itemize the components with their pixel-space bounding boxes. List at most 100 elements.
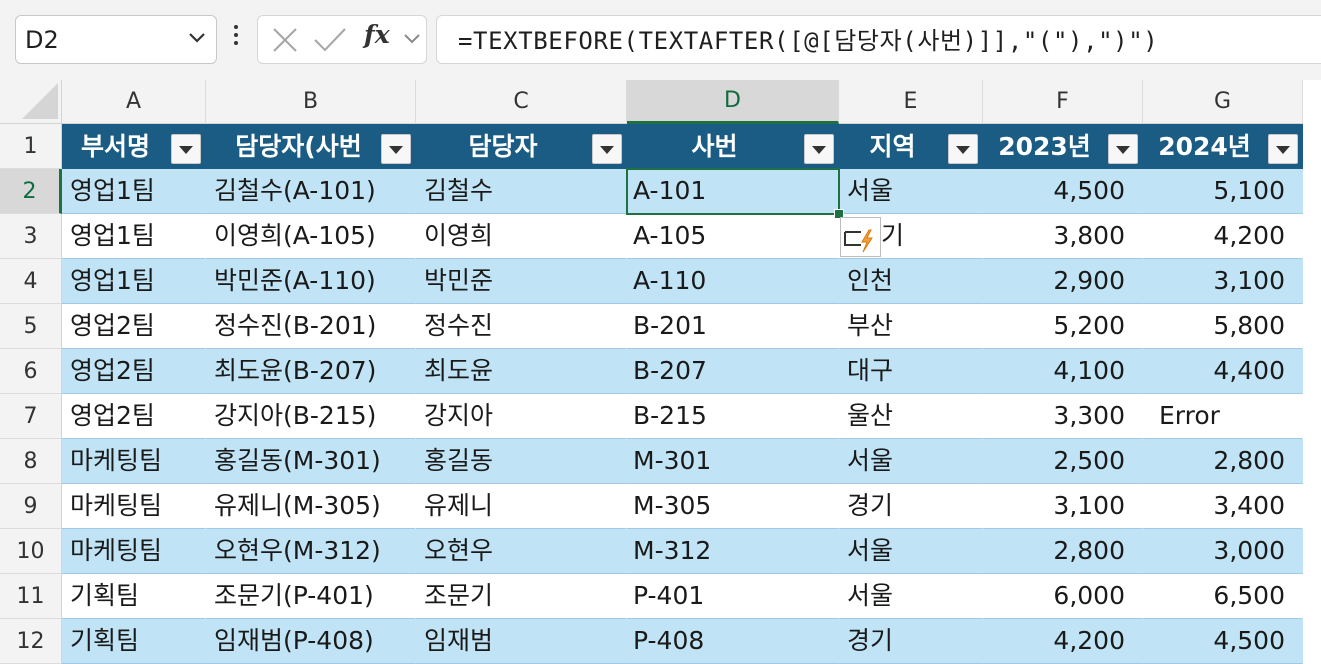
table-cell-year-2023[interactable]: 4,100	[983, 349, 1143, 394]
row-header-5[interactable]: 5	[0, 304, 62, 349]
table-cell-region[interactable]: 인천	[839, 259, 983, 304]
table-cell-assignee[interactable]: 홍길동	[416, 439, 627, 484]
worksheet-grid[interactable]: ABCDEFG 1 2 3 4 5 6 7 8 9 10 11 12 부서명 담당자(사번 담당자 사번 지역…	[0, 0, 1321, 664]
table-cell-region[interactable]: 대구	[839, 349, 983, 394]
table-cell-assignee-id[interactable]: 조문기(P-401)	[206, 574, 416, 619]
table-header-assignee[interactable]: 담당자	[416, 124, 627, 169]
table-cell-assignee-id[interactable]: 박민준(A-110)	[206, 259, 416, 304]
table-cell-assignee[interactable]: 김철수	[416, 169, 627, 214]
table-cell-region[interactable]: 부산	[839, 304, 983, 349]
row-header-7[interactable]: 7	[0, 394, 62, 439]
table-header-year-2024[interactable]: 2024년	[1143, 124, 1303, 169]
row-header-2[interactable]: 2	[0, 169, 62, 214]
table-cell-department[interactable]: 마케팅팀	[62, 529, 206, 574]
table-cell-department[interactable]: 영업1팀	[62, 259, 206, 304]
table-cell-department[interactable]: 영업2팀	[62, 304, 206, 349]
filter-dropdown-button[interactable]	[171, 134, 201, 164]
table-cell-assignee[interactable]: 강지아	[416, 394, 627, 439]
table-cell-employee-id[interactable]: M-305	[627, 484, 839, 529]
filter-dropdown-button[interactable]	[381, 134, 411, 164]
row-header-3[interactable]: 3	[0, 214, 62, 259]
table-cell-year-2023[interactable]: 3,300	[983, 394, 1143, 439]
table-cell-region[interactable]: 서울	[839, 439, 983, 484]
table-cell-year-2023[interactable]: 3,100	[983, 484, 1143, 529]
table-cell-department[interactable]: 영업2팀	[62, 349, 206, 394]
table-cell-employee-id[interactable]: A-105	[627, 214, 839, 259]
column-header-d[interactable]: D	[627, 80, 839, 124]
table-cell-year-2024[interactable]: 6,500	[1143, 574, 1303, 619]
table-cell-department[interactable]: 마케팅팀	[62, 439, 206, 484]
table-cell-assignee-id[interactable]: 오현우(M-312)	[206, 529, 416, 574]
table-cell-employee-id[interactable]: M-301	[627, 439, 839, 484]
table-cell-year-2024[interactable]: 3,400	[1143, 484, 1303, 529]
table-cell-year-2024[interactable]: 2,800	[1143, 439, 1303, 484]
row-header-12[interactable]: 12	[0, 619, 62, 664]
table-cell-year-2023[interactable]: 4,500	[983, 169, 1143, 214]
column-header-c[interactable]: C	[416, 80, 627, 124]
table-cell-year-2023[interactable]: 2,500	[983, 439, 1143, 484]
table-cell-region[interactable]: 서울	[839, 574, 983, 619]
table-cell-assignee[interactable]: 조문기	[416, 574, 627, 619]
table-cell-employee-id[interactable]: P-401	[627, 574, 839, 619]
table-cell-assignee[interactable]: 최도윤	[416, 349, 627, 394]
column-header-e[interactable]: E	[839, 80, 983, 124]
filter-dropdown-button[interactable]	[1268, 134, 1298, 164]
table-cell-assignee-id[interactable]: 임재범(P-408)	[206, 619, 416, 664]
table-cell-employee-id[interactable]: M-312	[627, 529, 839, 574]
filter-dropdown-button[interactable]	[592, 134, 622, 164]
filter-dropdown-button[interactable]	[1108, 134, 1138, 164]
table-cell-year-2023[interactable]: 6,000	[983, 574, 1143, 619]
table-cell-assignee[interactable]: 임재범	[416, 619, 627, 664]
filter-dropdown-button[interactable]	[804, 134, 834, 164]
table-cell-year-2024[interactable]: 3,100	[1143, 259, 1303, 304]
table-cell-assignee[interactable]: 박민준	[416, 259, 627, 304]
table-cell-employee-id[interactable]: A-110	[627, 259, 839, 304]
table-cell-department[interactable]: 기획팀	[62, 574, 206, 619]
row-header-4[interactable]: 4	[0, 259, 62, 304]
table-cell-assignee[interactable]: 정수진	[416, 304, 627, 349]
table-cell-employee-id[interactable]: B-207	[627, 349, 839, 394]
table-cell-department[interactable]: 영업2팀	[62, 394, 206, 439]
table-cell-region[interactable]: 경기	[839, 619, 983, 664]
table-cell-assignee-id[interactable]: 정수진(B-201)	[206, 304, 416, 349]
table-cell-year-2024[interactable]: 5,800	[1143, 304, 1303, 349]
row-header-11[interactable]: 11	[0, 574, 62, 619]
table-cell-year-2024[interactable]: 4,400	[1143, 349, 1303, 394]
table-cell-year-2023[interactable]: 2,800	[983, 529, 1143, 574]
table-cell-employee-id[interactable]: B-201	[627, 304, 839, 349]
table-cell-department[interactable]: 마케팅팀	[62, 484, 206, 529]
row-header-6[interactable]: 6	[0, 349, 62, 394]
row-header-1[interactable]: 1	[0, 124, 62, 169]
table-header-region[interactable]: 지역	[839, 124, 983, 169]
table-cell-assignee[interactable]: 오현우	[416, 529, 627, 574]
row-header-9[interactable]: 9	[0, 484, 62, 529]
table-cell-year-2023[interactable]: 5,200	[983, 304, 1143, 349]
table-cell-assignee[interactable]: 이영희	[416, 214, 627, 259]
table-cell-year-2024[interactable]: 4,500	[1143, 619, 1303, 664]
table-cell-region[interactable]: 서울	[839, 529, 983, 574]
table-header-year-2023[interactable]: 2023년	[983, 124, 1143, 169]
table-header-assignee-id[interactable]: 담당자(사번	[206, 124, 416, 169]
table-cell-assignee-id[interactable]: 이영희(A-105)	[206, 214, 416, 259]
table-cell-department[interactable]: 기획팀	[62, 619, 206, 664]
column-header-f[interactable]: F	[983, 80, 1143, 124]
table-cell-year-2024[interactable]: 4,200	[1143, 214, 1303, 259]
table-cell-employee-id[interactable]: B-215	[627, 394, 839, 439]
table-cell-region[interactable]: 경기	[839, 484, 983, 529]
filter-dropdown-button[interactable]	[948, 134, 978, 164]
table-cell-year-2023[interactable]: 3,800	[983, 214, 1143, 259]
row-header-8[interactable]: 8	[0, 439, 62, 484]
table-cell-assignee[interactable]: 유제니	[416, 484, 627, 529]
table-cell-year-2024[interactable]: 5,100	[1143, 169, 1303, 214]
table-cell-department[interactable]: 영업1팀	[62, 214, 206, 259]
row-header-10[interactable]: 10	[0, 529, 62, 574]
table-cell-assignee-id[interactable]: 유제니(M-305)	[206, 484, 416, 529]
table-cell-year-2023[interactable]: 2,900	[983, 259, 1143, 304]
table-cell-region[interactable]: 서울	[839, 169, 983, 214]
table-cell-assignee-id[interactable]: 최도윤(B-207)	[206, 349, 416, 394]
table-cell-assignee-id[interactable]: 김철수(A-101)	[206, 169, 416, 214]
table-cell-year-2024[interactable]: Error	[1143, 394, 1303, 439]
table-cell-department[interactable]: 영업1팀	[62, 169, 206, 214]
column-header-b[interactable]: B	[206, 80, 416, 124]
table-header-employee-id[interactable]: 사번	[627, 124, 839, 169]
